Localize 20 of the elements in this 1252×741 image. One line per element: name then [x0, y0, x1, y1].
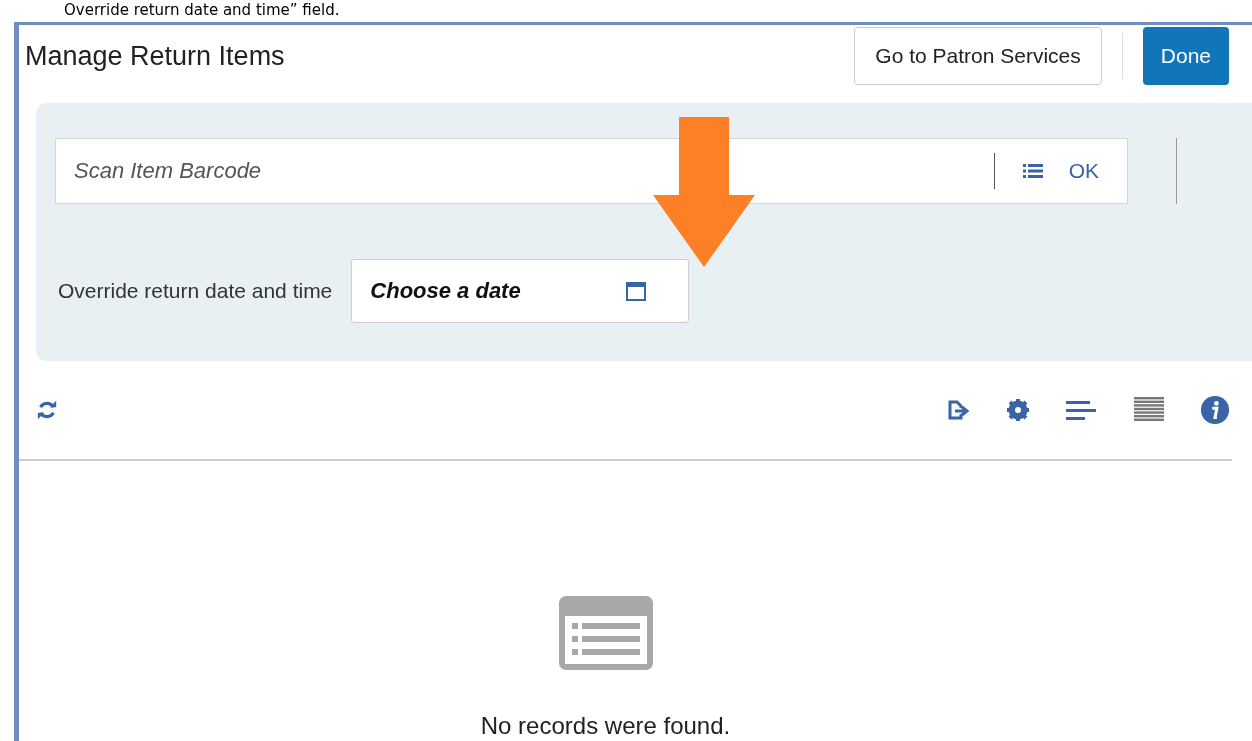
empty-message: No records were found.	[480, 712, 731, 740]
export-icon[interactable]	[946, 398, 970, 422]
empty-table-icon	[558, 596, 653, 670]
patron-services-button[interactable]: Go to Patron Services	[854, 27, 1102, 85]
dense-list-icon[interactable]	[1134, 397, 1164, 423]
refresh-icon[interactable]	[36, 399, 58, 421]
ok-button[interactable]: OK	[1068, 159, 1099, 183]
list-icon[interactable]	[1022, 163, 1043, 179]
barcode-field[interactable]: Scan Item Barcode OK	[55, 138, 1128, 204]
done-button[interactable]: Done	[1142, 27, 1229, 85]
date-input[interactable]: Choose a date	[352, 277, 613, 305]
align-left-icon[interactable]	[1066, 398, 1098, 422]
page-title: Manage Return Items	[25, 40, 285, 72]
barcode-input[interactable]: Scan Item Barcode	[56, 157, 994, 185]
caption-text: Override return date and time” field.	[63, 0, 341, 21]
calendar-icon[interactable]	[624, 279, 649, 303]
override-date-label: Override return date and time	[58, 279, 333, 303]
date-field[interactable]: Choose a date	[351, 259, 690, 323]
settings-icon[interactable]	[1006, 398, 1030, 422]
info-icon[interactable]	[1200, 395, 1230, 425]
